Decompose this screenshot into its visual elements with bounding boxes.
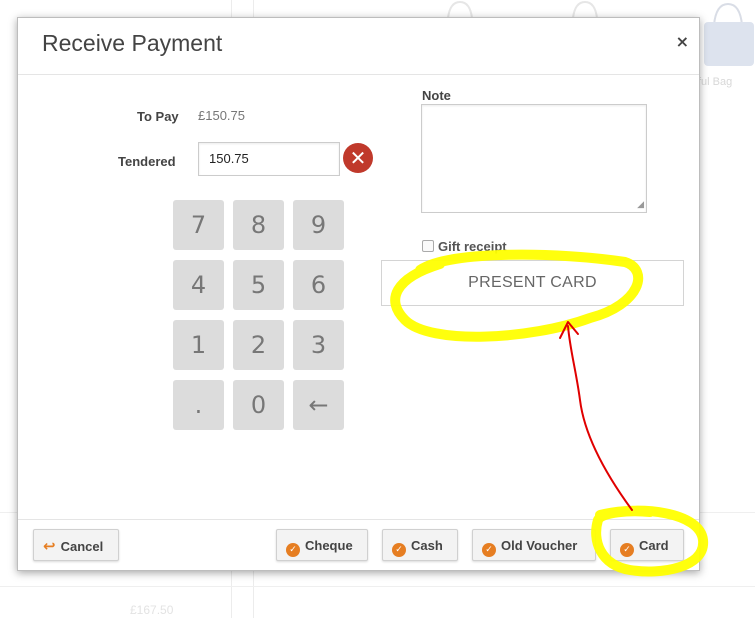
check-circle-icon: ✓ (392, 543, 406, 557)
gift-receipt-label: Gift receipt (438, 239, 507, 254)
gift-receipt-row: Gift receipt (422, 239, 507, 254)
modal-title: Receive Payment (42, 30, 223, 56)
card-button-label: Card (639, 538, 669, 553)
to-pay-value: £150.75 (198, 108, 245, 123)
close-icon[interactable]: × (676, 32, 689, 51)
card-button[interactable]: ✓ Card (610, 529, 684, 561)
resize-grip-icon[interactable]: ◢ (637, 199, 644, 210)
old-voucher-button-label: Old Voucher (501, 538, 578, 553)
check-circle-icon: ✓ (286, 543, 300, 557)
keypad-key-7[interactable]: 7 (173, 200, 224, 250)
bg-product-label: ful Bag (698, 76, 733, 88)
keypad-key-8[interactable]: 8 (233, 200, 284, 250)
receive-payment-modal: Receive Payment × To Pay £150.75 Tendere… (17, 17, 700, 571)
keypad-key-0[interactable]: 0 (233, 380, 284, 430)
cash-button-label: Cash (411, 538, 443, 553)
cheque-button-label: Cheque (305, 538, 353, 553)
cancel-button[interactable]: ↩ Cancel (33, 529, 119, 561)
keypad-key-backspace[interactable]: ← (293, 380, 344, 430)
bg-divider (0, 586, 755, 587)
cash-button[interactable]: ✓ Cash (382, 529, 458, 561)
keypad-key-decimal[interactable]: . (173, 380, 224, 430)
keypad-key-9[interactable]: 9 (293, 200, 344, 250)
bag-icon (704, 2, 754, 66)
keypad-key-6[interactable]: 6 (293, 260, 344, 310)
keypad-key-4[interactable]: 4 (173, 260, 224, 310)
cheque-button[interactable]: ✓ Cheque (276, 529, 368, 561)
old-voucher-button[interactable]: ✓ Old Voucher (472, 529, 596, 561)
undo-arrow-icon: ↩ (43, 537, 56, 555)
present-card-button[interactable]: PRESENT CARD (381, 260, 684, 306)
note-textarea[interactable]: ◢ (421, 104, 647, 213)
bag-icon (447, 0, 473, 18)
check-circle-icon: ✓ (620, 543, 634, 557)
check-circle-icon: ✓ (482, 543, 496, 557)
note-label: Note (422, 88, 451, 103)
keypad-key-5[interactable]: 5 (233, 260, 284, 310)
cancel-button-label: Cancel (60, 539, 104, 554)
red-x-circle-icon: ✕ (349, 146, 367, 170)
gift-receipt-checkbox[interactable] (422, 240, 434, 252)
modal-header: Receive Payment × (18, 18, 699, 75)
to-pay-label: To Pay (137, 109, 179, 124)
keypad-key-1[interactable]: 1 (173, 320, 224, 370)
keypad-key-2[interactable]: 2 (233, 320, 284, 370)
tendered-input[interactable]: 150.75 (198, 142, 340, 176)
modal-footer: ↩ Cancel ✓ Cheque ✓ Cash ✓ Old Voucher ✓ Card (18, 519, 699, 570)
bg-price: £167.50 (130, 603, 174, 617)
tendered-label: Tendered (118, 154, 176, 169)
clear-tendered-button[interactable]: ✕ (343, 143, 373, 173)
bag-icon (572, 0, 598, 18)
keypad-key-3[interactable]: 3 (293, 320, 344, 370)
